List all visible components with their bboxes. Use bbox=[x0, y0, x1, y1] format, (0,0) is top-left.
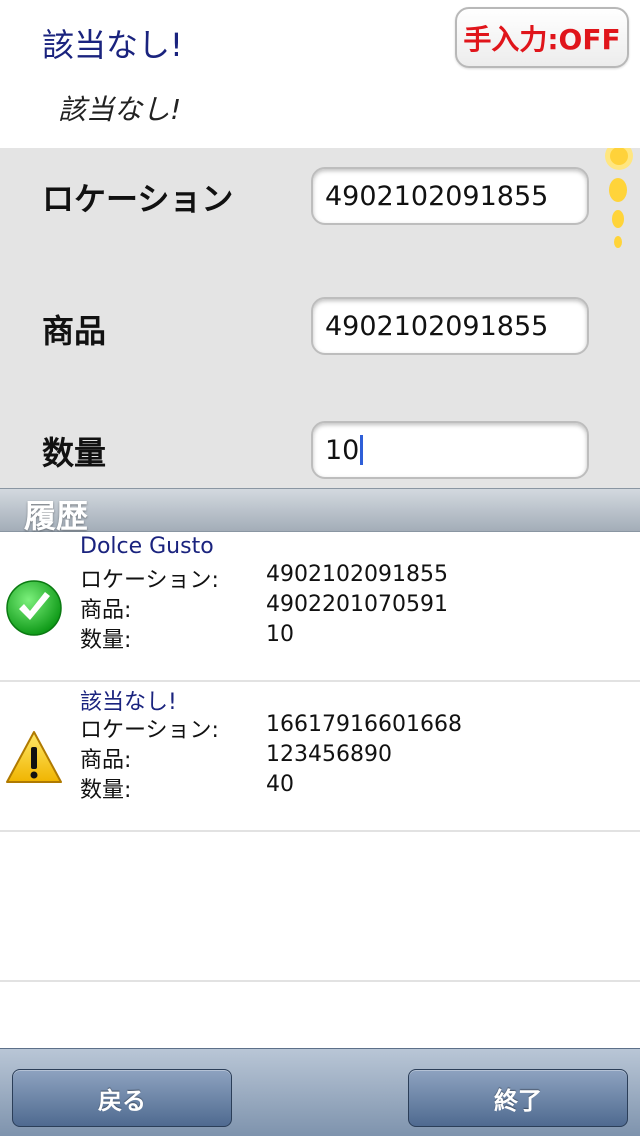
location-input[interactable]: 4902102091855 bbox=[311, 167, 589, 225]
history-quantity-label: 数量: bbox=[80, 628, 132, 653]
quantity-label: 数量 bbox=[42, 434, 107, 472]
history-quantity-label: 数量: bbox=[80, 778, 132, 803]
history-section-header: 履歴 bbox=[0, 488, 640, 535]
history-row[interactable]: 該当なし! ロケーション: 16617916601668 商品: 1234568… bbox=[0, 682, 640, 832]
finish-button[interactable]: 終了 bbox=[408, 1069, 628, 1127]
history-location-label: ロケーション: bbox=[80, 718, 219, 743]
history-location-value: 16617916601668 bbox=[266, 712, 462, 737]
product-label: 商品 bbox=[42, 312, 107, 350]
text-caret bbox=[360, 435, 364, 465]
history-title: 履歴 bbox=[24, 497, 89, 535]
product-input-value: 4902102091855 bbox=[325, 310, 549, 342]
history-product-label: 商品: bbox=[80, 748, 132, 773]
header: 該当なし! 該当なし! 手入力:OFF bbox=[0, 0, 640, 148]
back-button[interactable]: 戻る bbox=[12, 1069, 232, 1127]
warning-icon bbox=[6, 731, 62, 783]
history-product-value: 4902201070591 bbox=[266, 592, 448, 617]
page-title: 該当なし! bbox=[42, 26, 183, 64]
history-item-name: Dolce Gusto bbox=[80, 534, 214, 559]
history-location-label: ロケーション: bbox=[80, 568, 219, 593]
history-quantity-value: 10 bbox=[266, 622, 294, 647]
location-input-value: 4902102091855 bbox=[325, 180, 549, 212]
history-product-label: 商品: bbox=[80, 598, 132, 623]
product-input[interactable]: 4902102091855 bbox=[311, 297, 589, 355]
scan-indicator-icon bbox=[605, 148, 633, 248]
quantity-input[interactable]: 10 bbox=[311, 421, 589, 479]
bottom-toolbar: 戻る 終了 bbox=[0, 1048, 640, 1136]
history-product-value: 123456890 bbox=[266, 742, 392, 767]
scan-form: ロケーション 4902102091855 商品 4902102091855 数量… bbox=[0, 148, 640, 488]
manual-input-toggle-button[interactable]: 手入力:OFF bbox=[455, 7, 629, 68]
history-row[interactable]: Dolce Gusto ロケーション: 4902102091855 商品: 49… bbox=[0, 532, 640, 682]
history-quantity-value: 40 bbox=[266, 772, 294, 797]
location-label: ロケーション bbox=[42, 180, 234, 218]
history-location-value: 4902102091855 bbox=[266, 562, 448, 587]
quantity-input-value: 10 bbox=[325, 434, 360, 466]
page-subtitle: 該当なし! bbox=[58, 93, 182, 126]
empty-history-row bbox=[0, 832, 640, 982]
check-icon bbox=[6, 580, 62, 636]
